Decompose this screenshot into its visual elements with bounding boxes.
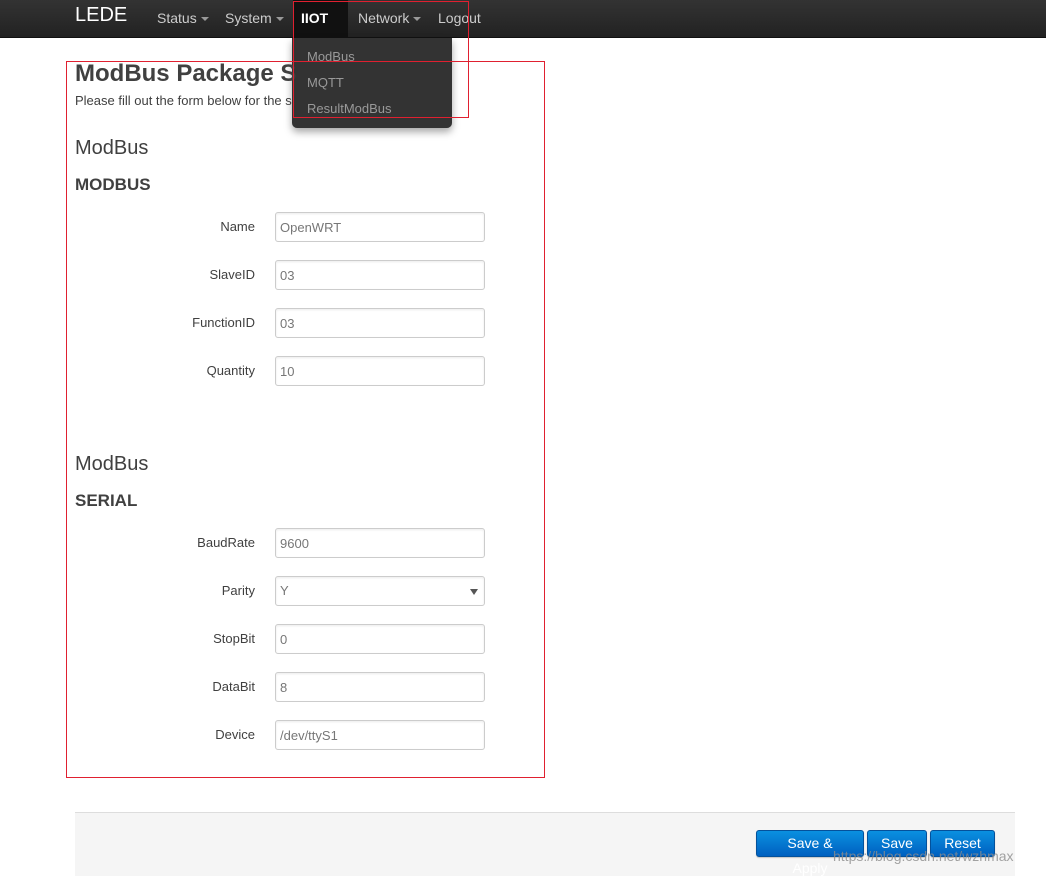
stopbit-field[interactable] bbox=[275, 624, 485, 654]
top-navbar: LEDE Status System IIOT Network Logout bbox=[0, 0, 1046, 58]
nav-iiot[interactable]: IIOT bbox=[293, 0, 348, 58]
stopbit-label: StopBit bbox=[213, 631, 255, 646]
caret-down-icon bbox=[200, 17, 209, 22]
nav-status-label: Status bbox=[157, 10, 197, 26]
dropdown-arrow-icon bbox=[470, 589, 478, 595]
section-title-modbus: ModBus bbox=[75, 137, 149, 159]
iiot-dropdown-menu: ModBus MQTT ResultModBus bbox=[292, 38, 452, 128]
caret-down-icon bbox=[413, 17, 422, 22]
nav-iiot-label: IIOT bbox=[301, 10, 329, 26]
quantity-field[interactable] bbox=[275, 356, 485, 386]
functionid-label: FunctionID bbox=[192, 315, 255, 330]
databit-field[interactable] bbox=[275, 672, 485, 702]
slaveid-field[interactable] bbox=[275, 260, 485, 290]
parity-label: Parity bbox=[221, 583, 255, 598]
parity-selected-value: Y bbox=[280, 583, 289, 598]
nav-logout[interactable]: Logout bbox=[430, 0, 489, 38]
nav-status[interactable]: Status bbox=[149, 0, 217, 38]
name-field[interactable] bbox=[275, 212, 485, 242]
baudrate-field[interactable] bbox=[275, 528, 485, 558]
section-subtitle-modbus: MODBUS bbox=[75, 175, 151, 194]
parity-select[interactable]: Y bbox=[275, 576, 485, 606]
dropdown-item-resultmodbus[interactable]: ResultModBus bbox=[307, 101, 392, 116]
watermark-text: https://blog.csdn.net/wzhmax bbox=[833, 848, 1014, 864]
brand-logo[interactable]: LEDE bbox=[75, 4, 127, 27]
dropdown-item-mqtt[interactable]: MQTT bbox=[307, 75, 344, 90]
functionid-field[interactable] bbox=[275, 308, 485, 338]
device-label: Device bbox=[215, 727, 255, 742]
nav-logout-label: Logout bbox=[438, 10, 481, 26]
name-label: Name bbox=[220, 219, 255, 234]
section-title-serial: ModBus bbox=[75, 453, 149, 475]
section-subtitle-serial: SERIAL bbox=[75, 491, 138, 510]
slaveid-label: SlaveID bbox=[209, 267, 255, 282]
nav-network[interactable]: Network bbox=[350, 0, 429, 38]
databit-label: DataBit bbox=[212, 679, 255, 694]
quantity-label: Quantity bbox=[206, 363, 255, 378]
form-highlight-box bbox=[66, 61, 545, 778]
nav-network-label: Network bbox=[358, 10, 410, 26]
nav-system-label: System bbox=[225, 10, 272, 26]
caret-down-icon bbox=[275, 17, 284, 22]
page-title: ModBus Package S bbox=[75, 60, 297, 87]
baudrate-label: BaudRate bbox=[197, 535, 255, 550]
device-field[interactable] bbox=[275, 720, 485, 750]
nav-system[interactable]: System bbox=[217, 0, 292, 38]
dropdown-item-modbus[interactable]: ModBus bbox=[307, 49, 355, 64]
page-description: Please fill out the form below for the s bbox=[75, 93, 292, 108]
